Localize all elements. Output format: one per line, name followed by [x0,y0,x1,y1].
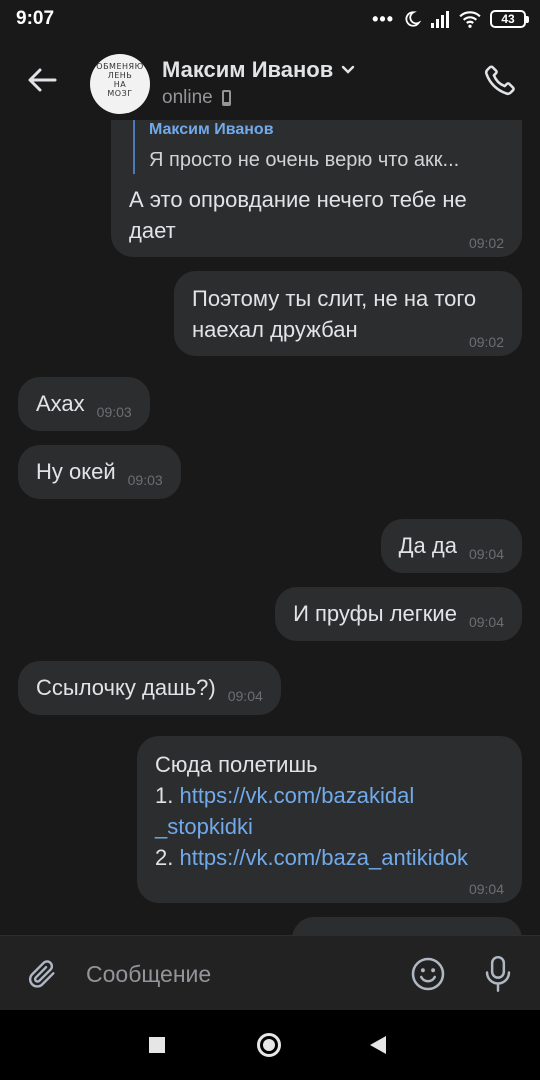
message-time: 09:04 [227,688,263,704]
attach-button[interactable] [22,954,62,994]
status-time: 9:07 [16,8,55,29]
message-text: Ахах [36,391,85,416]
contact-status-row: online [162,87,232,109]
link-bazakidal[interactable]: https://vk.com/bazakidal [179,783,414,808]
recent-apps-icon[interactable] [149,1037,165,1053]
message-out[interactable]: Поэтому ты слит, не на того наехал дружб… [174,271,522,356]
message-out[interactable]: И пруфы легкие 09:04 [275,587,522,641]
message-time: 09:04 [468,546,504,562]
back-button[interactable] [22,60,62,100]
back-arrow-icon [28,68,57,92]
chevron-down-icon [342,65,355,74]
message-out-partial[interactable] [292,917,522,935]
phone-device-icon [221,90,231,106]
voice-message-button[interactable] [478,954,518,994]
contact-name: Максим Иванов [162,57,334,82]
message-time: 09:04 [468,614,504,630]
message-time: 09:03 [96,404,132,420]
avatar-image-text: ОБМЕНЯЮ ЛЕНЬ НА МОЗГ [96,62,144,98]
reply-author: Максим Иванов [149,121,274,138]
message-out[interactable]: Да да 09:04 [380,519,522,573]
message-out-reply[interactable]: Максим Иванов Я просто не очень верю что… [111,120,522,257]
home-icon[interactable] [257,1033,281,1057]
status-icons: ••• 43 [372,8,529,30]
emoji-smile-icon [411,957,445,991]
avatar[interactable]: ОБМЕНЯЮ ЛЕНЬ НА МОЗГ [90,54,150,114]
message-list[interactable]: Максим Иванов Я просто не очень верю что… [0,120,540,935]
contact-status: online [162,87,213,108]
wifi-icon [459,11,481,28]
cell-signal-icon [431,11,449,28]
message-input[interactable] [86,956,386,992]
phone-call-icon [485,65,515,95]
message-in[interactable]: Ссылочку дашь?) 09:04 [18,661,281,715]
contact-name-button[interactable]: Максим Иванов [162,57,355,83]
link-baza-antikidok[interactable]: https://vk.com/baza_antikidok [179,845,468,870]
message-in[interactable]: Ну окей 09:03 [18,445,181,499]
message-text: Поэтому ты слит, не на того наехал дружб… [192,286,477,342]
reply-quote[interactable]: Максим Иванов Я просто не очень верю что… [133,120,459,174]
message-text: Ну окей [36,459,116,484]
message-time: 09:04 [468,881,504,897]
chat-header: ОБМЕНЯЮ ЛЕНЬ НА МОЗГ Максим Иванов onlin… [0,38,540,120]
link-bazakidal-cont[interactable]: _stopkidki [155,811,468,842]
more-dots-icon: ••• [372,9,394,29]
reply-text: Я просто не очень верю что акк... [149,149,460,171]
message-text: И пруфы легкие [293,601,457,626]
message-time: 09:03 [127,472,163,488]
message-text: Ссылочку дашь?) [36,675,216,700]
status-bar: 9:07 ••• 43 [0,0,540,38]
message-in[interactable]: Ахах 09:03 [18,377,150,431]
back-icon[interactable] [370,1036,386,1054]
message-text: Сюда полетишь 1. https://vk.com/bazakida… [155,752,469,870]
message-time: 09:02 [468,235,504,251]
paperclip-icon [28,960,55,988]
microphone-icon [485,955,511,993]
battery-level: 43 [501,12,515,26]
message-time: 09:02 [468,334,504,350]
message-composer [0,935,540,1010]
message-text: А это опровдание нечего тебе не дает [129,187,467,243]
do-not-disturb-moon-icon [405,11,421,27]
emoji-button[interactable] [408,954,448,994]
battery-icon: 43 [490,10,529,28]
system-nav-bar [0,1010,540,1080]
call-button[interactable] [480,60,520,100]
message-out-links[interactable]: Сюда полетишь 1. https://vk.com/bazakida… [137,736,522,903]
message-text: Да да [398,533,457,558]
